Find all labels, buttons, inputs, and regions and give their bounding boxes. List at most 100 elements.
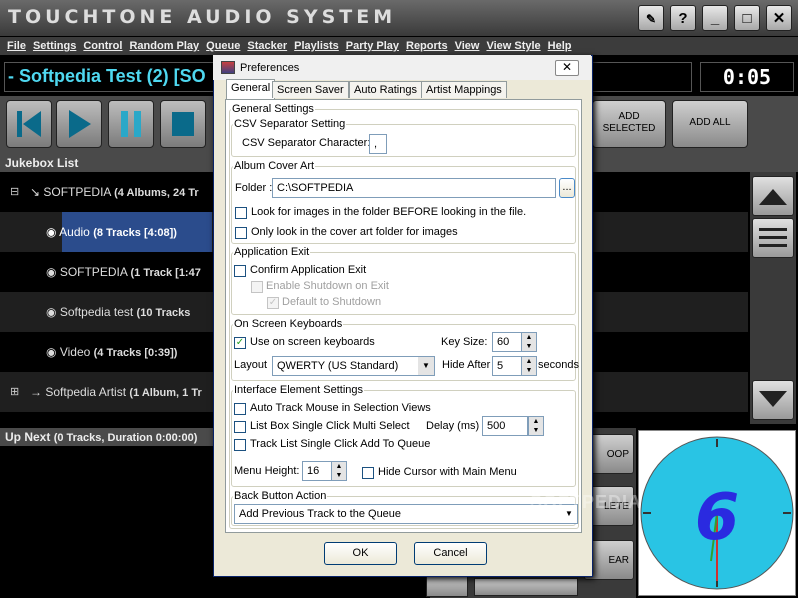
app-exit-group-label: Application Exit [233,246,311,258]
interface-group-label: Interface Element Settings [233,384,365,396]
arrow-icon: ↘ [30,185,44,199]
list-box-label: List Box Single Click Multi Select [250,420,410,432]
layout-value: QWERTY (US Standard) [277,360,399,372]
tree-item-album[interactable]: ◉ Audio (8 Tracks [4:08]) [46,225,177,239]
dialog-close-button[interactable]: ✕ [555,60,579,76]
stop-icon [172,112,194,136]
app-icon [221,61,235,74]
chevron-down-icon[interactable]: ▼ [418,357,434,375]
scroll-up-icon [759,189,787,205]
tree-item-detail: (1 Track [1:47 [130,267,201,279]
menu-settings[interactable]: Settings [33,40,76,52]
tree-item-detail: (4 Tracks [0:39]) [93,347,178,359]
scroll-down-button[interactable] [752,380,794,420]
expand-icon[interactable]: ⊞ [10,385,19,398]
menu-view[interactable]: View [455,40,480,52]
tree-item-label: Softpedia test [59,305,134,319]
cd-icon: ◉ [46,345,60,359]
csv-group-label: CSV Separator Setting [233,118,347,130]
tree-item-label: SOFTPEDIA [43,185,111,199]
tab-artist-mappings[interactable]: Artist Mappings [421,81,507,98]
folder-input[interactable]: C:\SOFTPEDIA [272,178,556,198]
hide-cursor-label: Hide Cursor with Main Menu [378,466,517,478]
confirm-exit-checkbox[interactable] [234,265,246,277]
cancel-button[interactable]: Cancel [414,542,487,565]
list-box-checkbox[interactable] [234,421,246,433]
hide-after-input[interactable]: 5 [492,356,522,376]
menu-file[interactable]: File [7,40,26,52]
previous-button[interactable] [6,100,52,148]
ok-button[interactable]: OK [324,542,397,565]
help-button[interactable]: ? [670,5,696,31]
menu-queue[interactable]: Queue [206,40,240,52]
menu-reports[interactable]: Reports [406,40,448,52]
tree-item-artist[interactable]: → Softpedia Artist (1 Album, 1 Tr [30,385,202,399]
queue-action-button[interactable] [474,578,578,596]
now-playing-title: - Softpedia Test (2) [SO [8,66,206,86]
minimize-button[interactable]: _ [702,5,728,31]
key-size-input[interactable]: 60 [492,332,522,352]
pause-icon [121,111,141,137]
stop-button[interactable] [160,100,206,148]
collapse-icon[interactable]: ⊟ [10,185,19,198]
menu-help[interactable]: Help [548,40,572,52]
use-keyboard-checkbox[interactable]: ✓ [234,337,246,349]
tree-item-artist[interactable]: ↘ SOFTPEDIA (4 Albums, 24 Tr [30,185,199,199]
enable-shutdown-checkbox [251,281,263,293]
maximize-button[interactable]: □ [734,5,760,31]
album-art-group-label: Album Cover Art [233,160,316,172]
tab-screen-saver[interactable]: Screen Saver [272,81,349,98]
previous-icon [17,111,41,137]
auto-track-checkbox[interactable] [234,403,246,415]
menu-playlists[interactable]: Playlists [294,40,339,52]
scroll-up-button[interactable] [752,176,794,216]
close-button[interactable]: ✕ [766,5,792,31]
pause-button[interactable] [108,100,154,148]
menu-view-style[interactable]: View Style [486,40,540,52]
delay-input[interactable]: 500 [482,416,528,436]
tree-item-detail: (1 Album, 1 Tr [129,387,202,399]
keyboards-group-label: On Screen Keyboards [233,318,344,330]
back-action-select[interactable]: Add Previous Track to the Queue [234,504,578,524]
tree-item-album[interactable]: ◉ SOFTPEDIA (1 Track [1:47 [46,265,201,279]
csv-separator-input[interactable]: , [369,134,387,154]
up-next-detail: (0 Tracks, Duration 0:00:00) [53,432,198,444]
delay-spinner[interactable]: ▲ ▼ [528,416,544,436]
tab-auto-ratings[interactable]: Auto Ratings [349,81,422,98]
back-action-value: Add Previous Track to the Queue [239,508,402,520]
menu-stacker[interactable]: Stacker [247,40,287,52]
track-list-label: Track List Single Click Add To Queue [250,438,431,450]
hide-after-label: Hide After [442,359,491,371]
default-shutdown-checkbox: ✓ [267,297,279,309]
default-shutdown-label: Default to Shutdown [282,296,382,308]
play-icon [69,110,91,138]
look-before-checkbox[interactable] [235,207,247,219]
play-button[interactable] [56,100,102,148]
hide-after-spinner[interactable]: ▲ ▼ [521,356,537,376]
tree-item-album[interactable]: ◉ Softpedia test (10 Tracks [46,305,190,319]
add-all-button[interactable]: ADD ALL [672,100,748,148]
edit-icon[interactable]: ✎ [638,5,664,31]
layout-select[interactable]: QWERTY (US Standard) [272,356,435,376]
browse-button[interactable]: ... [559,178,575,198]
key-size-spinner[interactable]: ▲ ▼ [521,332,537,352]
menu-control[interactable]: Control [83,40,122,52]
confirm-exit-label: Confirm Application Exit [250,264,367,276]
tree-item-album[interactable]: ◉ Video (4 Tracks [0:39]) [46,345,177,359]
enable-shutdown-label: Enable Shutdown on Exit [266,280,389,292]
menu-height-spinner[interactable]: ▲ ▼ [331,461,347,481]
list-menu-button[interactable] [752,218,794,258]
tab-general[interactable]: General [226,79,276,99]
hamburger-icon [759,228,787,247]
track-list-checkbox[interactable] [234,439,246,451]
hide-cursor-checkbox[interactable] [362,467,374,479]
dialog-title: Preferences [240,62,300,74]
menu-party-play[interactable]: Party Play [346,40,399,52]
add-selected-button[interactable]: ADD SELECTED [592,100,666,148]
cd-icon: ◉ [46,305,60,319]
layout-label: Layout [234,359,268,371]
menu-random-play[interactable]: Random Play [129,40,199,52]
menu-height-input[interactable]: 16 [302,461,332,481]
only-cover-checkbox[interactable] [235,227,247,239]
queue-down-button[interactable] [426,575,468,597]
